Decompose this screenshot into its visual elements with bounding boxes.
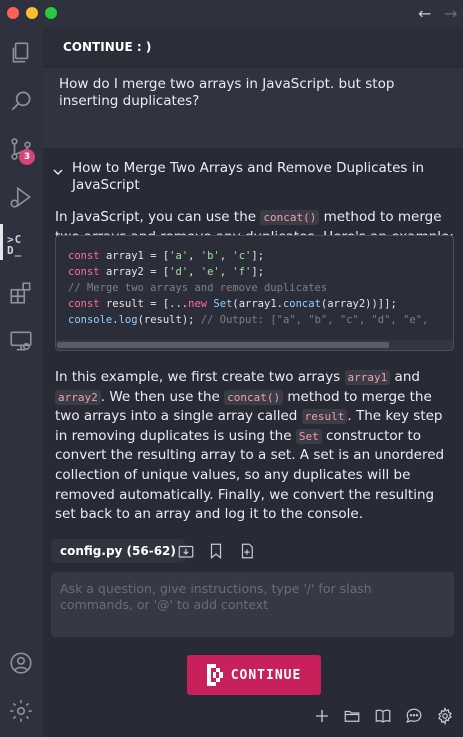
active-indicator (0, 224, 3, 260)
scrollbar-thumb[interactable] (57, 342, 389, 348)
source-control-badge: 3 (19, 149, 35, 165)
book-icon[interactable] (373, 706, 393, 726)
remote-explorer-icon[interactable] (6, 326, 36, 356)
forward-button[interactable]: → (444, 4, 457, 23)
new-file-icon[interactable] (238, 542, 256, 560)
continue-icon[interactable]: >C D_ (7, 234, 35, 256)
account-icon[interactable] (6, 648, 36, 678)
horizontal-scrollbar[interactable] (56, 340, 453, 350)
settings-icon[interactable] (6, 696, 36, 726)
activity-bar: 3 >CD_ RN (0, 28, 43, 737)
intro-text: In JavaScript, you can use the (55, 209, 261, 225)
code-block[interactable]: const array1 = ['a', 'b', 'c']; const ar… (55, 235, 454, 351)
chat-bubble-icon[interactable] (404, 706, 424, 726)
chat-input[interactable] (60, 581, 445, 628)
inline-code: concat() (224, 389, 284, 405)
panel-title: CONTINUE : ) (63, 40, 152, 54)
explorer-icon[interactable] (6, 38, 36, 68)
search-icon[interactable] (6, 86, 36, 116)
settings-gear-icon[interactable] (435, 706, 455, 726)
bookmark-icon[interactable] (207, 542, 225, 560)
continue-button[interactable]: CONTINUE (187, 655, 321, 695)
extensions-icon[interactable] (6, 278, 36, 308)
context-file-chip[interactable]: config.py (56-62) (51, 539, 185, 563)
answer-explanation: In this example, we first create two arr… (55, 368, 455, 525)
explanation-text: and (390, 369, 420, 385)
inline-code: Set (295, 428, 322, 444)
download-icon[interactable] (177, 542, 195, 560)
minimize-window-button[interactable] (26, 7, 38, 19)
inline-code: concat() (260, 210, 320, 225)
code-content: const array1 = ['a', 'b', 'c']; const ar… (68, 250, 429, 326)
continue-logo-icon (206, 664, 223, 686)
maximize-window-button[interactable] (45, 7, 57, 19)
user-question[interactable]: How do I merge two arrays in JavaScript.… (43, 68, 463, 148)
code-line-2: array2 = ['d', 'e', 'f']; (105, 266, 265, 278)
context-bar: config.py (56-62) (43, 536, 463, 566)
run-debug-icon[interactable] (6, 182, 36, 212)
inline-code: result (301, 409, 348, 425)
inline-code: array1 (344, 370, 391, 385)
title-bar: ← → (0, 0, 463, 28)
code-line-1: array1 = ['a', 'b', 'c']; (105, 250, 265, 262)
folder-icon[interactable] (342, 706, 362, 726)
chevron-down-icon[interactable] (53, 167, 63, 177)
chat-input-box[interactable] (51, 572, 454, 637)
code-line-4: result = [...new Set(array1.concat(array… (105, 298, 397, 310)
explanation-text: . We then use the (100, 388, 225, 405)
explanation-text: In this example, we first create two arr… (55, 369, 345, 385)
code-line-5: .log(result); // Output: ["a", "b", "c",… (112, 314, 429, 326)
close-window-button[interactable] (7, 7, 19, 19)
continue-button-label: CONTINUE (230, 667, 302, 683)
continue-panel: CONTINUE : ) How do I merge two arrays i… (43, 28, 463, 737)
back-button[interactable]: ← (418, 4, 431, 23)
panel-header: CONTINUE : ) (43, 28, 463, 66)
code-line-3: // Merge two arrays and remove duplicate… (68, 282, 328, 294)
inline-code: array2 (55, 389, 101, 405)
plus-icon[interactable] (312, 706, 332, 726)
answer-title: How to Merge Two Arrays and Remove Dupli… (72, 160, 425, 193)
